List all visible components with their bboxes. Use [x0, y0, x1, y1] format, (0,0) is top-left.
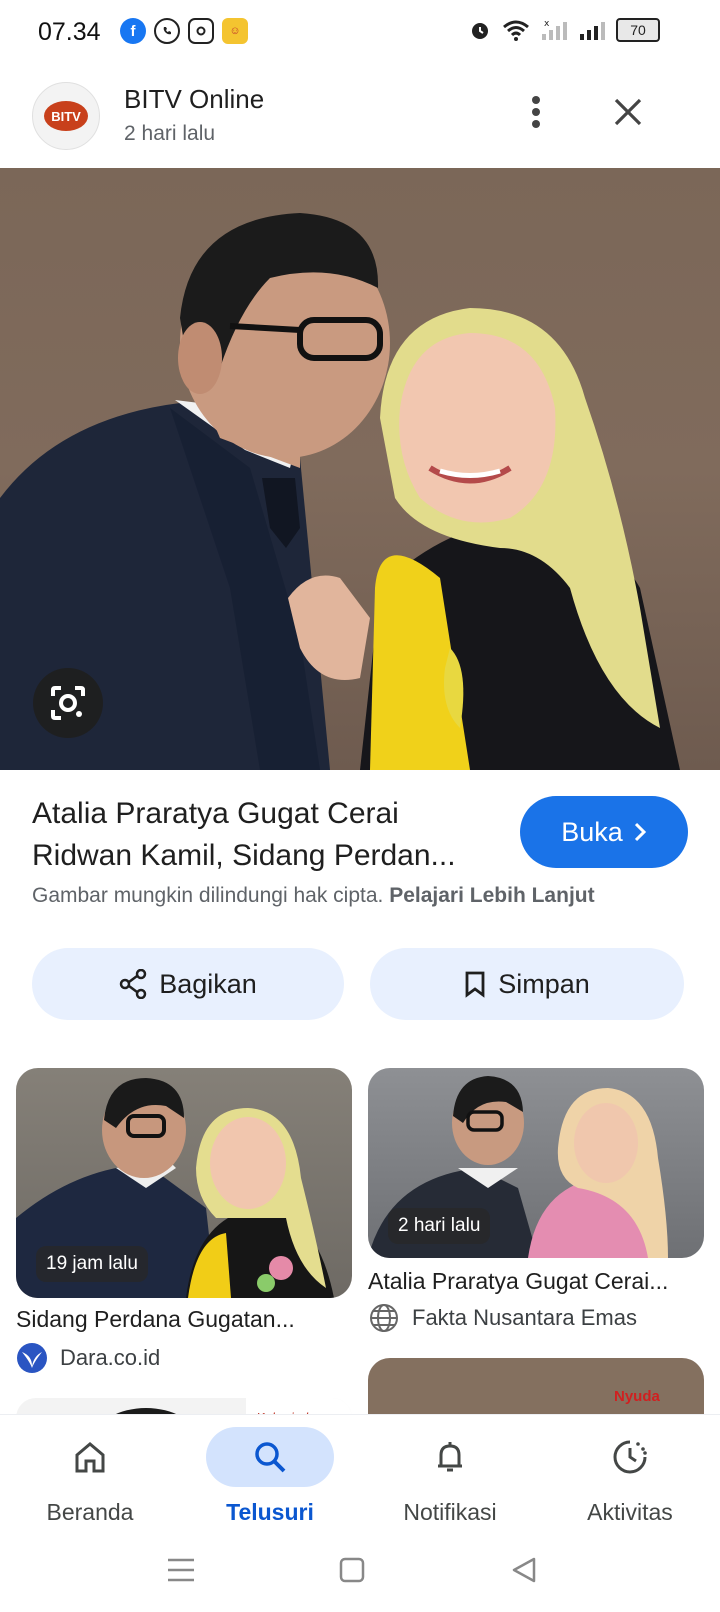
publisher-logo-mark: BITV	[44, 101, 88, 131]
instagram-icon	[188, 18, 214, 44]
publisher-name: BITV Online	[124, 84, 265, 114]
system-navigation	[0, 1534, 720, 1612]
facebook-icon: f	[120, 18, 146, 44]
article-title[interactable]: Atalia Praratya Gugat Cerai Ridwan Kamil…	[32, 793, 482, 877]
bell-icon	[438, 1442, 462, 1472]
related-watermark-4: Nyuda	[614, 1388, 660, 1405]
save-label: Simpan	[498, 968, 590, 999]
share-button[interactable]: Bagikan	[32, 948, 344, 1020]
copyright-text: Gambar mungkin dilindungi hak cipta.	[32, 884, 384, 907]
nav-aktivitas-pill	[566, 1427, 694, 1487]
published-age: 2 hari lalu	[124, 122, 216, 145]
bookmark-icon	[465, 971, 485, 998]
signal-empty-icon: x	[542, 19, 567, 40]
related-title-1[interactable]: Sidang Perdana Gugatan...	[16, 1306, 352, 1333]
alarm-icon	[472, 23, 488, 39]
save-button[interactable]: Simpan	[370, 948, 684, 1020]
nav-beranda-pill	[26, 1427, 154, 1487]
share-label: Bagikan	[159, 968, 257, 999]
nav-notifikasi-pill	[386, 1427, 514, 1487]
system-indicators: x 70	[468, 18, 660, 42]
signal-icon	[580, 22, 605, 40]
nav-telusuri-pill	[206, 1427, 334, 1487]
open-button[interactable]: Buka	[520, 796, 688, 868]
bottom-navigation: Beranda Telusuri Notifikasi Aktivitas	[0, 1414, 720, 1535]
nav-notifikasi-label: Notifikasi	[403, 1499, 497, 1525]
menu-icon[interactable]	[166, 1556, 196, 1584]
wifi-icon	[503, 20, 529, 41]
article-title-line-1: Atalia Praratya Gugat Cerai	[32, 797, 399, 830]
nav-telusuri-label: Telusuri	[226, 1499, 314, 1525]
publisher-logo: BITV	[32, 82, 100, 150]
article-title-line-2: Ridwan Kamil, Sidang Perdan...	[32, 839, 456, 872]
status-time: 07.34	[38, 18, 101, 46]
chevron-right-icon	[634, 822, 646, 842]
close-icon	[614, 98, 642, 126]
whatsapp-icon	[154, 18, 180, 44]
status-bar: 07.34 f ☺ x 70	[0, 0, 720, 66]
home-square-icon[interactable]	[338, 1556, 366, 1584]
result-header: BITV BITV Online 2 hari lalu	[0, 66, 720, 166]
nav-aktivitas[interactable]: Aktivitas	[540, 1415, 720, 1535]
dara-logo-icon	[17, 1343, 47, 1373]
related-time-badge-2: 2 hari lalu	[388, 1208, 491, 1244]
copyright-notice: Gambar mungkin dilindungi hak cipta. Pel…	[32, 884, 595, 908]
search-icon	[255, 1442, 286, 1473]
globe-icon	[370, 1304, 398, 1332]
related-source-1[interactable]: Dara.co.id	[16, 1342, 160, 1374]
svg-text:x: x	[544, 19, 550, 29]
nav-aktivitas-label: Aktivitas	[587, 1499, 673, 1525]
close-button[interactable]	[604, 88, 652, 136]
lens-search-button[interactable]	[33, 668, 103, 738]
main-image[interactable]	[0, 168, 720, 770]
couple-photo	[0, 213, 680, 770]
nav-telusuri[interactable]: Telusuri	[180, 1415, 360, 1535]
nav-notifikasi[interactable]: Notifikasi	[360, 1415, 540, 1535]
home-icon	[75, 1442, 105, 1473]
google-lens-icon	[51, 686, 85, 720]
game-app-icon: ☺	[222, 18, 248, 44]
more-vertical-icon	[532, 96, 540, 128]
back-icon[interactable]	[510, 1556, 538, 1584]
related-time-badge-1: 19 jam lalu	[36, 1246, 148, 1282]
notification-icons: f ☺	[120, 18, 248, 44]
related-title-2[interactable]: Atalia Praratya Gugat Cerai...	[368, 1268, 704, 1295]
share-icon	[119, 969, 147, 999]
more-options-button[interactable]	[512, 88, 560, 136]
battery-indicator: 70	[616, 18, 660, 42]
nav-beranda[interactable]: Beranda	[0, 1415, 180, 1535]
related-image-1[interactable]: 19 jam lalu	[16, 1068, 352, 1298]
related-image-2[interactable]: 2 hari lalu	[368, 1068, 704, 1258]
open-button-label: Buka	[561, 816, 623, 847]
related-source-2[interactable]: Fakta Nusantara Emas	[368, 1302, 637, 1334]
learn-more-link[interactable]: Pelajari Lebih Lanjut	[389, 884, 594, 907]
activity-icon	[613, 1440, 647, 1474]
related-source-name-2: Fakta Nusantara Emas	[412, 1305, 637, 1330]
nav-beranda-label: Beranda	[46, 1499, 134, 1525]
related-source-name-1: Dara.co.id	[60, 1345, 161, 1370]
